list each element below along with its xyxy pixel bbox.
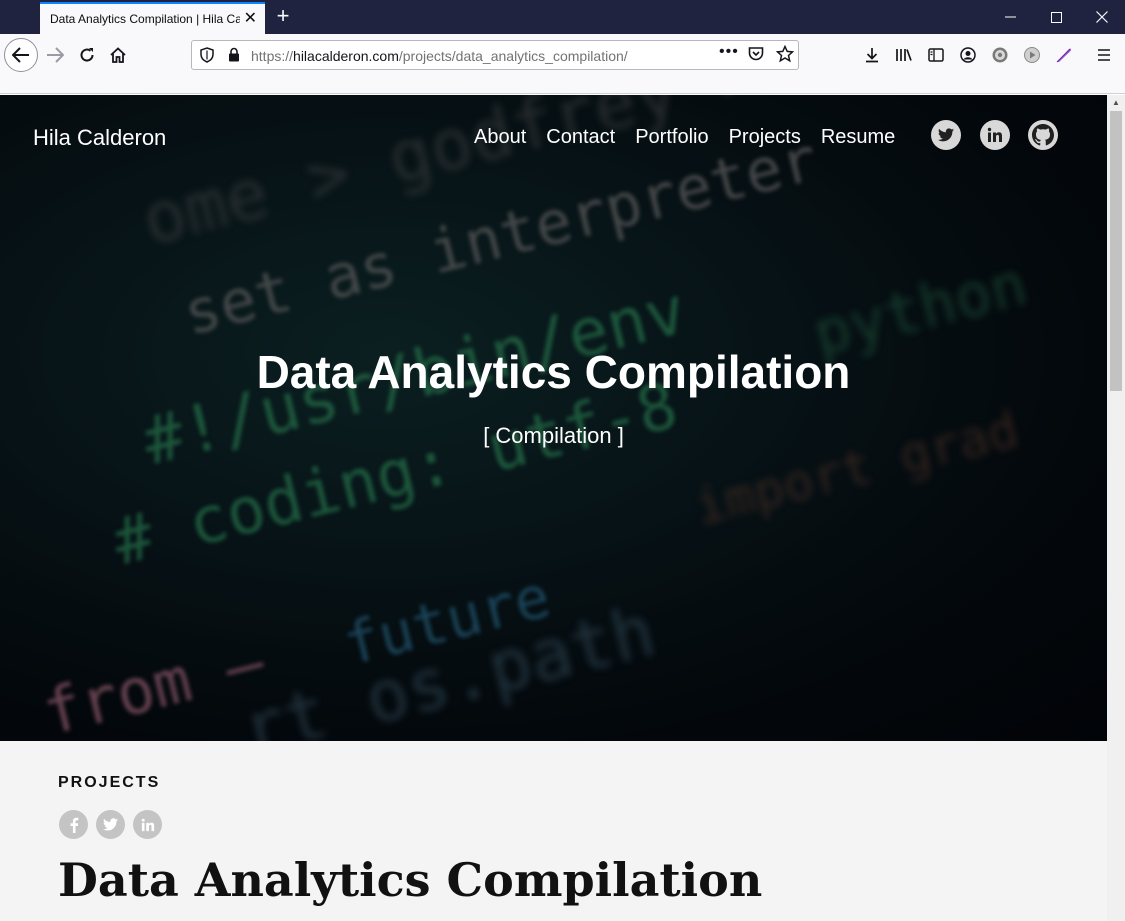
web-page: ome > godfrey > Docume python import gra… [0,95,1107,921]
hamburger-menu-icon[interactable] [1092,42,1116,68]
reload-icon[interactable] [74,42,100,68]
linkedin-icon[interactable] [980,120,1010,150]
site-nav: About Contact Portfolio Projects Resume [474,126,895,149]
hero-banner: ome > godfrey > Docume python import gra… [0,95,1107,741]
sidebar-icon[interactable] [924,42,948,68]
tab-close-icon[interactable]: ✕ [244,10,257,28]
facebook-icon[interactable] [59,810,88,839]
browser-tab[interactable]: Data Analytics Compilation | Hila Calder… [40,2,265,34]
tab-title: Data Analytics Compilation | Hila Calder… [50,12,240,26]
browser-navbar: https://hilacalderon.com/projects/data_a… [0,34,1125,94]
article-title: Data Analytics Compilation [58,853,763,907]
account-icon[interactable] [956,42,980,68]
feather-extension-icon[interactable] [1052,42,1076,68]
browser-titlebar: Data Analytics Compilation | Hila Calder… [0,0,1125,34]
maximize-icon[interactable] [1033,0,1079,34]
nav-projects-link[interactable]: Projects [729,126,801,149]
hero-overlay [0,95,1107,741]
window-close-icon[interactable] [1079,0,1125,34]
library-icon[interactable] [892,42,916,68]
section-label: PROJECTS [58,774,161,791]
page-scrollbar[interactable]: ▲ [1107,95,1125,921]
hero-subtitle: [ Compilation ] [483,423,624,448]
new-tab-icon[interactable]: + [272,4,294,30]
extension-gear-icon[interactable] [988,42,1012,68]
site-name-link[interactable]: Hila Calderon [33,125,166,151]
url-bar[interactable]: https://hilacalderon.com/projects/data_a… [191,40,799,70]
bookmark-star-icon[interactable] [775,44,795,68]
lock-icon[interactable] [228,47,240,67]
pocket-icon[interactable] [748,46,764,67]
nav-resume-link[interactable]: Resume [821,126,895,149]
twitter-icon[interactable] [931,120,961,150]
tracking-shield-icon[interactable] [200,47,214,68]
nav-about-link[interactable]: About [474,126,526,149]
url-text[interactable]: https://hilacalderon.com/projects/data_a… [251,48,628,64]
forward-arrow-icon[interactable] [42,42,68,68]
minimize-icon[interactable] [987,0,1033,34]
linkedin-share-icon[interactable] [133,810,162,839]
downloads-icon[interactable] [860,42,884,68]
home-icon[interactable] [105,42,131,68]
twitter-share-icon[interactable] [96,810,125,839]
content-section: PROJECTS Data Analytics Compilation [0,741,1107,921]
nav-contact-link[interactable]: Contact [546,126,615,149]
media-play-icon[interactable] [1020,42,1044,68]
page-actions-icon[interactable]: ••• [719,43,739,61]
github-icon[interactable] [1028,120,1058,150]
scroll-thumb[interactable] [1110,111,1122,391]
back-arrow-icon[interactable] [4,38,38,72]
hero-title: Data Analytics Compilation [256,346,851,398]
nav-portfolio-link[interactable]: Portfolio [635,126,708,149]
scroll-up-arrow-icon[interactable]: ▲ [1107,95,1125,111]
